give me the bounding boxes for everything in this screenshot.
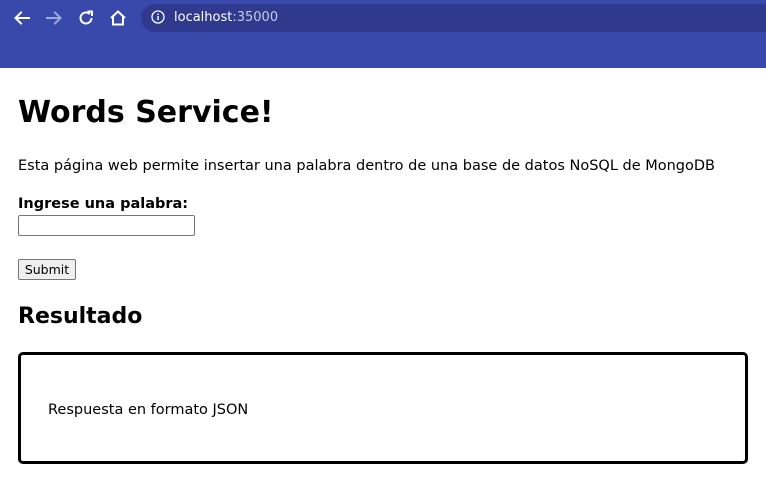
home-icon <box>110 10 126 26</box>
page-title: Words Service! <box>18 95 274 130</box>
forward-button[interactable] <box>41 5 67 31</box>
reload-button[interactable] <box>73 5 99 31</box>
forward-arrow-icon <box>46 11 62 25</box>
url-text[interactable]: localhost:35000 <box>174 10 278 26</box>
url-port: :35000 <box>232 10 279 25</box>
result-box: Respuesta en formato JSON <box>18 352 748 464</box>
page-description: Esta página web permite insertar una pal… <box>18 158 715 174</box>
submit-button[interactable]: Submit <box>18 259 76 280</box>
result-text: Respuesta en formato JSON <box>48 402 249 418</box>
reload-icon <box>79 10 93 25</box>
url-host: localhost <box>174 10 233 25</box>
back-button[interactable] <box>9 5 35 31</box>
word-field-label: Ingrese una palabra: <box>18 196 189 212</box>
back-arrow-icon <box>14 11 30 25</box>
browser-toolbar: localhost:35000 <box>0 0 766 68</box>
result-heading: Resultado <box>18 304 143 329</box>
info-icon[interactable] <box>151 10 165 24</box>
page-content: Words Service! Esta página web permite i… <box>0 68 766 489</box>
home-button[interactable] <box>105 5 131 31</box>
word-input[interactable] <box>18 215 195 236</box>
address-bar[interactable]: localhost:35000 <box>141 4 766 32</box>
